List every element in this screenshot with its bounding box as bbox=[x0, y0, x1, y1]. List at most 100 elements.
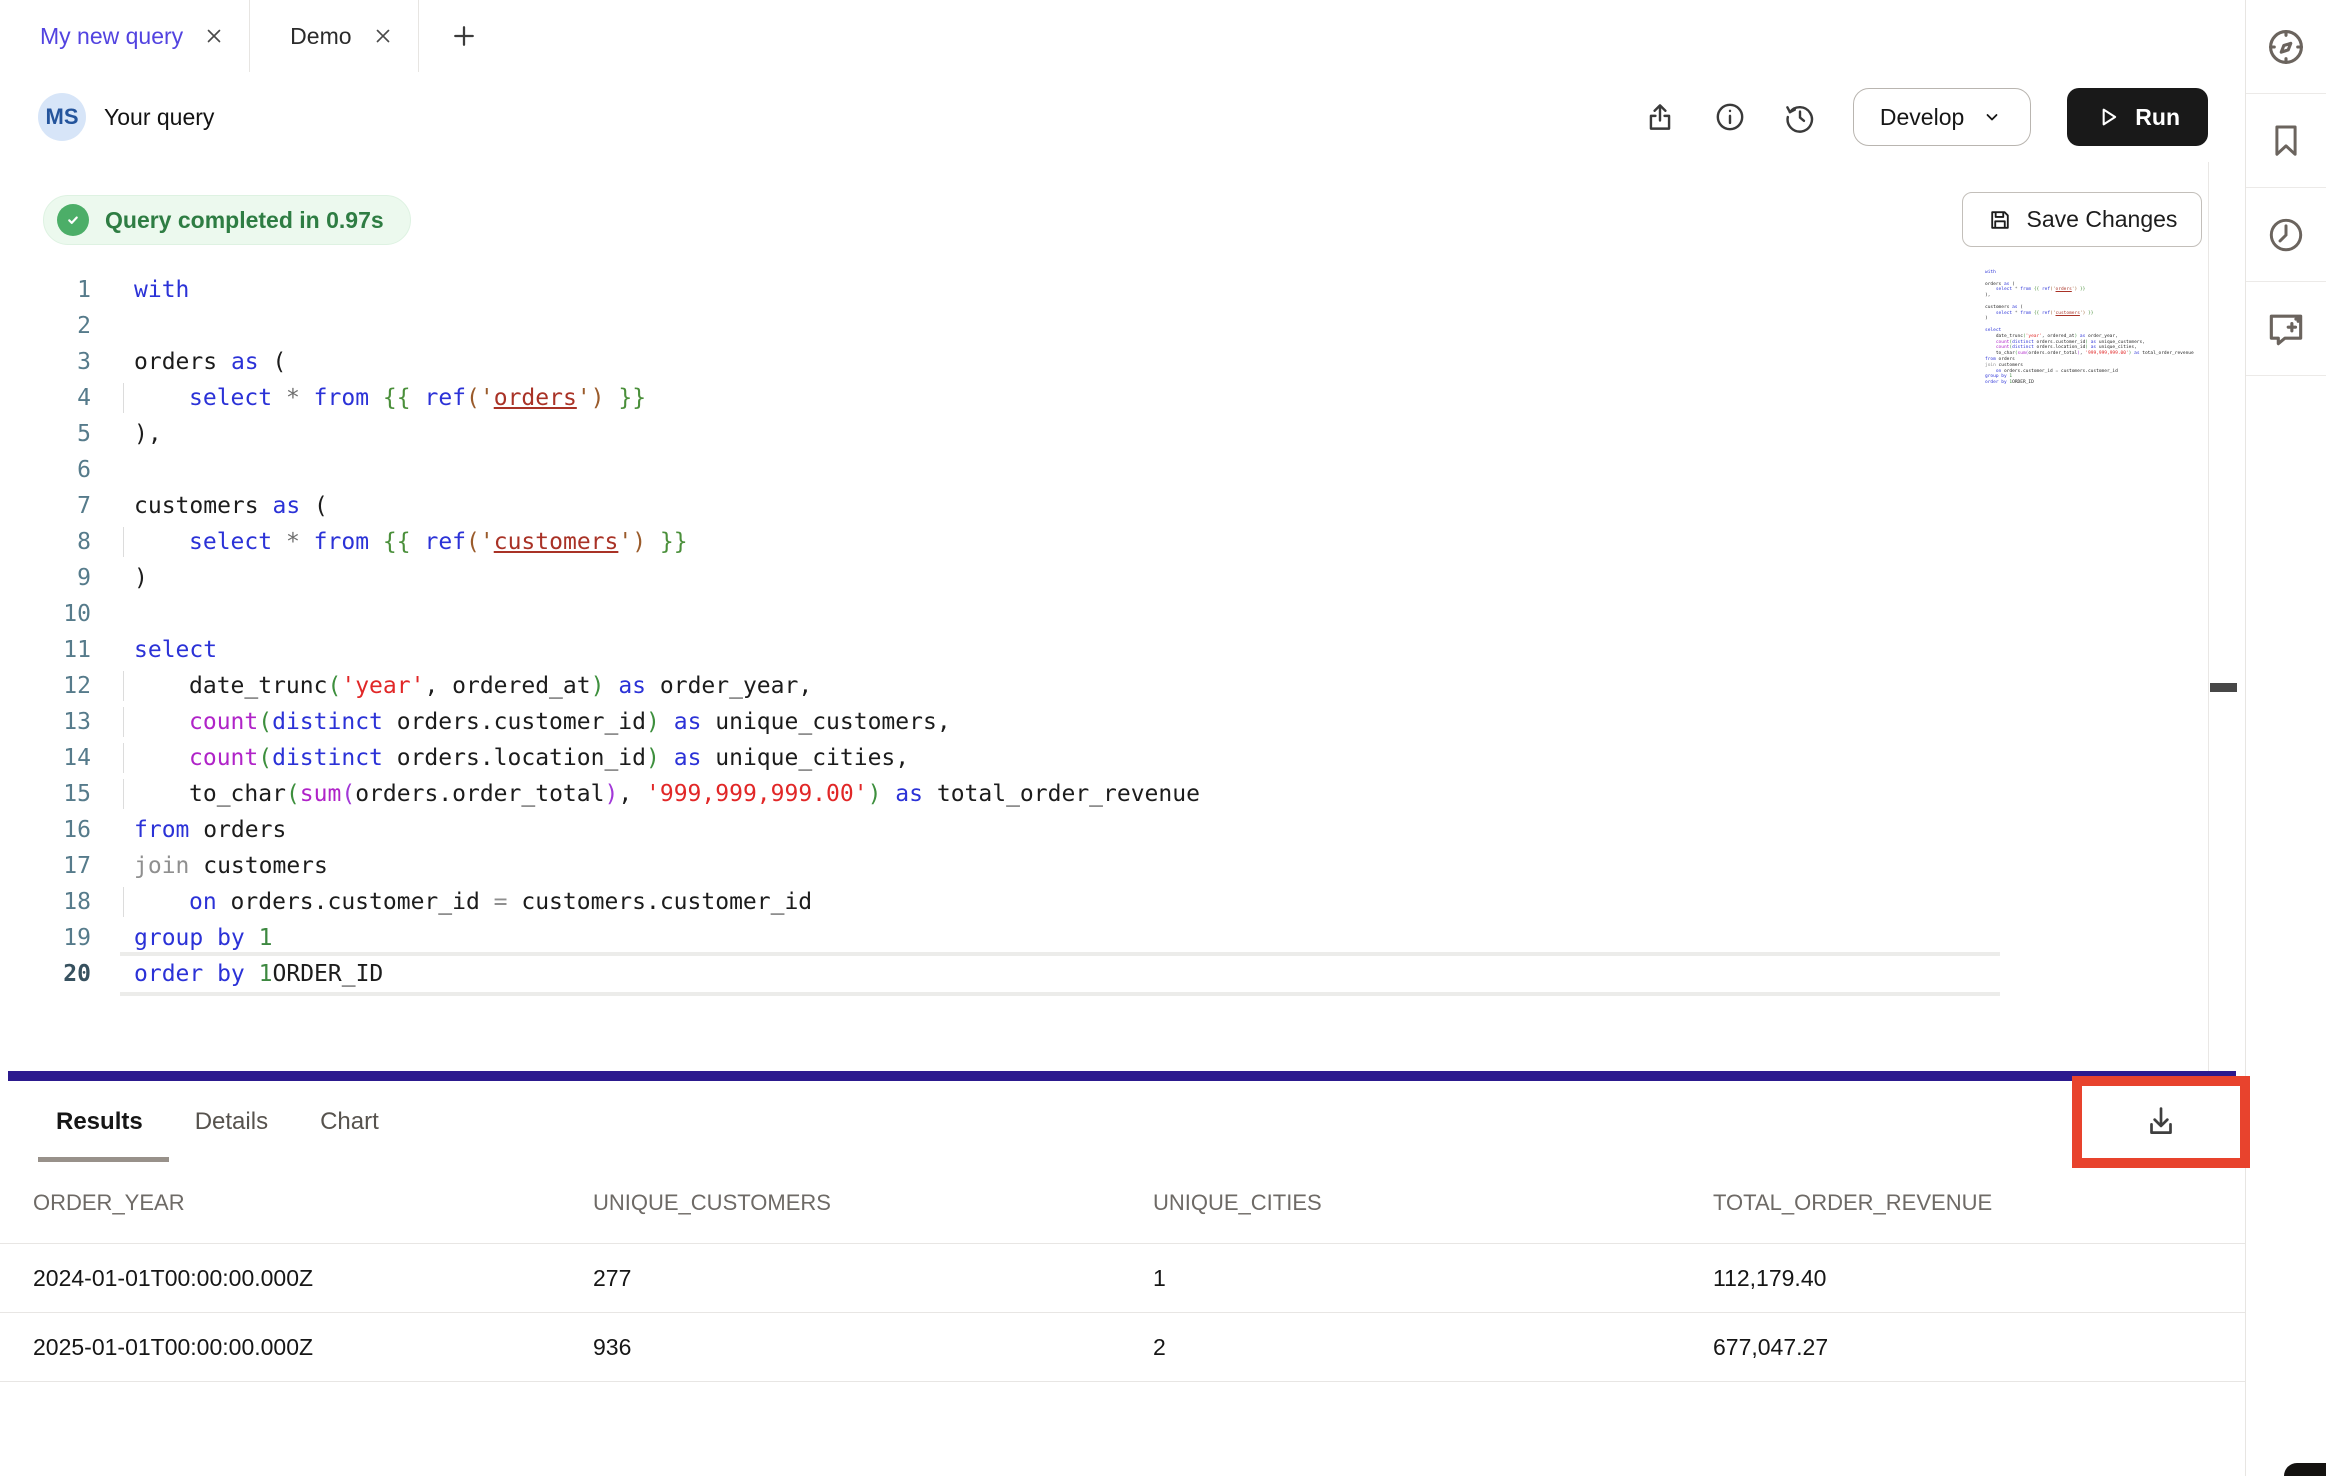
history-icon[interactable] bbox=[1783, 100, 1817, 134]
line-number: 14 bbox=[0, 740, 91, 776]
code-line-8[interactable]: 8select * from {{ ref('customers') }} bbox=[0, 524, 1200, 560]
line-number: 16 bbox=[0, 812, 91, 848]
page-title: Your query bbox=[104, 104, 214, 131]
tab-details[interactable]: Details bbox=[195, 1108, 268, 1136]
sidebar-item-bookmarks[interactable] bbox=[2246, 94, 2326, 188]
query-status-badge: Query completed in 0.97s bbox=[43, 195, 411, 245]
sql-editor: Query completed in 0.97s Save Changes 1 w… bbox=[0, 162, 2245, 1073]
line-number: 7 bbox=[0, 488, 91, 524]
download-button[interactable] bbox=[2142, 1103, 2180, 1141]
table-cell: 277 bbox=[560, 1265, 1120, 1292]
sidebar-item-explore[interactable] bbox=[2246, 0, 2326, 94]
annotation-highlight-box bbox=[2072, 1076, 2250, 1168]
code-text: select bbox=[134, 632, 217, 668]
code-line-10[interactable]: 10 bbox=[0, 596, 1200, 632]
line-number: 2 bbox=[0, 308, 91, 344]
line-number: 13 bbox=[0, 704, 91, 740]
line-number: 19 bbox=[0, 920, 91, 956]
avatar[interactable]: MS bbox=[38, 93, 86, 141]
tab-demo[interactable]: Demo bbox=[250, 0, 418, 72]
sidebar-item-ai-chat[interactable] bbox=[2246, 282, 2326, 376]
code-text: join customers bbox=[134, 848, 328, 884]
app-window: My new query Demo MS Your query bbox=[0, 0, 2326, 1476]
code-line-13[interactable]: 13count(distinct orders.customer_id) as … bbox=[0, 704, 1200, 740]
save-changes-button[interactable]: Save Changes bbox=[1962, 192, 2202, 247]
code-text: group by 1 bbox=[134, 920, 273, 956]
editor-scrollbar-track bbox=[2208, 162, 2209, 1073]
chevron-down-icon bbox=[1980, 105, 2004, 129]
table-row[interactable]: 2024-01-01T00:00:00.000Z2771112,179.40 bbox=[0, 1244, 2245, 1313]
editor-minimap[interactable]: with orders as ( select * from {{ ref('o… bbox=[1985, 270, 2141, 386]
results-panel: Results Details Chart ORDER_YEARUNIQUE_C… bbox=[0, 1081, 2245, 1476]
screen-corner-overlay bbox=[2284, 1463, 2326, 1476]
code-line-3[interactable]: 3orders as ( bbox=[0, 344, 1200, 380]
code-line-7[interactable]: 7 customers as ( bbox=[0, 488, 1200, 524]
table-cell: 1 bbox=[1120, 1265, 1680, 1292]
develop-button[interactable]: Develop bbox=[1853, 88, 2031, 146]
code-text: select * from {{ ref('customers') }} bbox=[134, 524, 688, 560]
code-line-4[interactable]: 4select * from {{ ref('orders') }} bbox=[0, 380, 1200, 416]
code-text: order by 1ORDER_ID bbox=[134, 956, 383, 992]
code-text: ) bbox=[134, 560, 148, 596]
code-line-16[interactable]: 16 from orders bbox=[0, 812, 1200, 848]
line-number: 11 bbox=[0, 632, 91, 668]
sidebar-item-history[interactable] bbox=[2246, 188, 2326, 282]
code-line-12[interactable]: 12 date_trunc('year', ordered_at) as orde… bbox=[0, 668, 1200, 704]
results-table-body: 2024-01-01T00:00:00.000Z2771112,179.4020… bbox=[0, 1244, 2245, 1382]
info-icon[interactable] bbox=[1713, 100, 1747, 134]
table-cell: 112,179.40 bbox=[1680, 1265, 2245, 1292]
table-cell: 677,047.27 bbox=[1680, 1334, 2245, 1361]
share-icon[interactable] bbox=[1643, 100, 1677, 134]
results-tab-bar: Results Details Chart bbox=[0, 1081, 2245, 1162]
tab-my-new-query[interactable]: My new query bbox=[0, 0, 250, 72]
close-icon[interactable] bbox=[203, 25, 225, 47]
code-line-20[interactable]: 20 order by 1ORDER_ID bbox=[0, 956, 1200, 992]
line-number: 15 bbox=[0, 776, 91, 812]
code-line-1[interactable]: 1 with bbox=[0, 272, 1200, 308]
close-icon[interactable] bbox=[372, 25, 394, 47]
compass-icon bbox=[2264, 25, 2308, 69]
code-line-5[interactable]: 5), bbox=[0, 416, 1200, 452]
tab-label: Demo bbox=[290, 23, 351, 50]
code-line-6[interactable]: 6 bbox=[0, 452, 1200, 488]
new-tab-button[interactable] bbox=[419, 0, 509, 72]
line-number: 20 bbox=[0, 956, 91, 992]
column-header: ORDER_YEAR bbox=[0, 1190, 560, 1216]
code-line-9[interactable]: 9) bbox=[0, 560, 1200, 596]
code-text: from orders bbox=[134, 812, 286, 848]
line-number: 18 bbox=[0, 884, 91, 920]
column-header: UNIQUE_CUSTOMERS bbox=[560, 1190, 1120, 1216]
column-header: TOTAL_ORDER_REVENUE bbox=[1680, 1190, 2245, 1216]
panel-resize-divider[interactable] bbox=[8, 1071, 2236, 1081]
line-number: 1 bbox=[0, 272, 91, 308]
line-number: 5 bbox=[0, 416, 91, 452]
code-area[interactable]: 1 with 23orders as (4select * from {{ ref(… bbox=[0, 272, 1200, 992]
code-line-18[interactable]: 18on orders.customer_id = customers.cust… bbox=[0, 884, 1200, 920]
table-cell: 2024-01-01T00:00:00.000Z bbox=[0, 1265, 560, 1292]
play-icon bbox=[2095, 104, 2121, 130]
table-row[interactable]: 2025-01-01T00:00:00.000Z9362677,047.27 bbox=[0, 1313, 2245, 1382]
line-number: 6 bbox=[0, 452, 91, 488]
code-line-15[interactable]: 15to_char(sum(orders.order_total), '999,… bbox=[0, 776, 1200, 812]
code-line-17[interactable]: 17join customers bbox=[0, 848, 1200, 884]
right-sidebar bbox=[2245, 0, 2326, 1476]
tab-chart[interactable]: Chart bbox=[320, 1108, 379, 1136]
code-line-11[interactable]: 11 select bbox=[0, 632, 1200, 668]
line-number: 9 bbox=[0, 560, 91, 596]
code-line-2[interactable]: 2 bbox=[0, 308, 1200, 344]
header-actions: Develop Run bbox=[1643, 88, 2208, 146]
editor-scrollbar-handle[interactable] bbox=[2210, 683, 2237, 692]
chat-sparkles-icon bbox=[2264, 307, 2308, 351]
column-header: UNIQUE_CITIES bbox=[1120, 1190, 1680, 1216]
tab-results[interactable]: Results bbox=[56, 1108, 143, 1136]
code-text: date_trunc('year', ordered_at) as order_… bbox=[134, 668, 812, 704]
query-tab-bar: My new query Demo bbox=[0, 0, 2245, 73]
code-line-19[interactable]: 19 group by 1 bbox=[0, 920, 1200, 956]
code-text: with bbox=[134, 272, 189, 308]
code-text: select * from {{ ref('orders') }} bbox=[134, 380, 646, 416]
run-button[interactable]: Run bbox=[2067, 88, 2208, 146]
code-text: customers as ( bbox=[134, 488, 328, 524]
line-number: 12 bbox=[0, 668, 91, 704]
tab-label: My new query bbox=[40, 23, 183, 50]
code-line-14[interactable]: 14count(distinct orders.location_id) as … bbox=[0, 740, 1200, 776]
